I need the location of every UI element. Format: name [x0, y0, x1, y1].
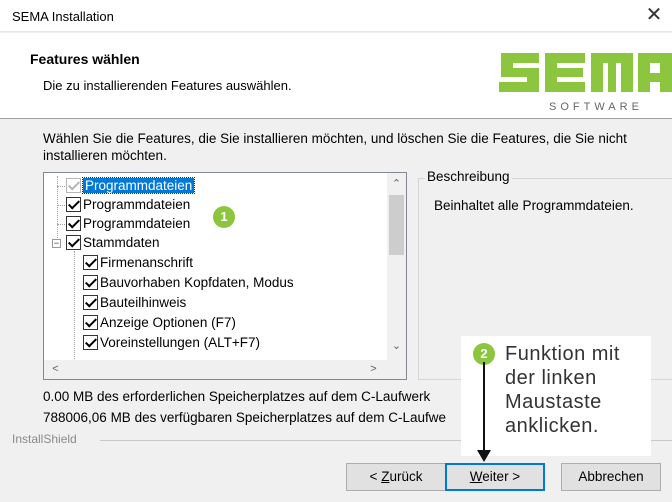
- callout-arrow: [483, 362, 485, 454]
- tree-connector: [57, 205, 65, 206]
- tree-item[interactable]: Stammdaten: [66, 233, 160, 252]
- next-button-label: eiter >: [482, 469, 521, 484]
- instructions-text: Wählen Sie die Features, die Sie install…: [43, 131, 627, 163]
- checkbox[interactable]: [83, 275, 98, 290]
- next-button[interactable]: Weiter >: [445, 463, 545, 491]
- scroll-left-icon[interactable]: <: [46, 360, 65, 379]
- scroll-up-icon[interactable]: ⌃: [387, 175, 406, 194]
- checkbox[interactable]: [83, 335, 98, 350]
- callout-line: Maustaste: [505, 391, 602, 413]
- tree-item[interactable]: Bauteilhinweis: [83, 293, 186, 312]
- tree-connector: [57, 224, 65, 225]
- back-button-prefix: <: [369, 469, 382, 484]
- arrow-down-icon: [477, 450, 491, 462]
- callout-line: Funktion mit: [505, 343, 620, 365]
- feature-tree[interactable]: Programmdateien Programmdateien Programm…: [43, 172, 407, 380]
- tree-item-label: Bauteilhinweis: [100, 295, 187, 310]
- page-subtitle: Die zu installierenden Features auswähle…: [43, 78, 292, 93]
- checkbox[interactable]: [83, 315, 98, 330]
- feature-tree-content: Programmdateien Programmdateien Programm…: [44, 173, 387, 360]
- required-space-text: 0.00 MB des erforderlichen Speicherplatz…: [43, 389, 431, 404]
- tree-item[interactable]: Programmdateien: [66, 195, 190, 214]
- logo-subtitle: SOFTWARE: [549, 101, 643, 113]
- checkbox[interactable]: [83, 255, 98, 270]
- window-title: SEMA Installation: [12, 9, 114, 24]
- checkbox[interactable]: [66, 235, 81, 250]
- tree-item-label: Programmdateien: [81, 177, 196, 194]
- sema-logo: SOFTWARE: [499, 53, 672, 113]
- page-title: Features wählen: [30, 51, 140, 67]
- tree-item-label: Voreinstellungen (ALT+F7): [100, 335, 260, 350]
- back-button-label: urück: [389, 469, 423, 484]
- tree-item-label: Firmenanschrift: [100, 255, 194, 270]
- callout-line: anklicken.: [505, 415, 599, 437]
- description-text: Beinhaltet alle Programmdateien.: [434, 198, 634, 213]
- tree-connector: [74, 251, 75, 360]
- installshield-label: InstallShield: [12, 432, 81, 446]
- cancel-button[interactable]: Abbrechen: [561, 463, 661, 491]
- tree-item[interactable]: Anzeige Optionen (F7): [83, 313, 236, 332]
- close-icon[interactable]: ✕: [642, 4, 666, 28]
- header-panel: Features wählen Die zu installierenden F…: [0, 33, 672, 119]
- checkbox[interactable]: [66, 178, 81, 193]
- tree-item[interactable]: Firmenanschrift: [83, 253, 193, 272]
- next-button-mnemonic: W: [469, 469, 483, 484]
- title-bar: SEMA Installation ✕: [0, 0, 672, 32]
- collapse-icon[interactable]: −: [52, 239, 61, 248]
- checkbox[interactable]: [66, 197, 81, 212]
- tree-item-label: Anzeige Optionen (F7): [100, 315, 236, 330]
- back-button[interactable]: < Zurück: [346, 463, 446, 491]
- vertical-scrollbar[interactable]: ⌃ ⌄: [387, 173, 406, 360]
- checkbox[interactable]: [83, 295, 98, 310]
- callout-text: Funktion mit der linken Maustaste anklic…: [505, 342, 620, 438]
- tree-item[interactable]: Programmdateien: [66, 176, 196, 195]
- tree-item-label: Bauvorhaben Kopfdaten, Modus: [100, 275, 294, 290]
- description-legend: Beschreibung: [425, 169, 512, 184]
- scroll-thumb[interactable]: [389, 195, 404, 255]
- tree-item[interactable]: Voreinstellungen (ALT+F7): [83, 333, 260, 352]
- tree-item[interactable]: Bauvorhaben Kopfdaten, Modus: [83, 273, 294, 292]
- available-space-text: 788006,06 MB des verfügbaren Speicherpla…: [43, 410, 446, 425]
- callout-line: der linken: [505, 367, 597, 389]
- checkbox[interactable]: [66, 216, 81, 231]
- tree-connector: [57, 186, 65, 187]
- tree-item-label: Programmdateien: [83, 216, 191, 231]
- instruction-callout: 2 Funktion mit der linken Maustaste ankl…: [461, 336, 651, 456]
- scroll-corner: [387, 360, 406, 379]
- scroll-down-icon[interactable]: ⌄: [387, 337, 406, 356]
- tree-item-label: Programmdateien: [83, 197, 191, 212]
- tree-item[interactable]: Programmdateien: [66, 214, 190, 233]
- tree-item-label: Stammdaten: [83, 235, 160, 250]
- horizontal-scrollbar[interactable]: < >: [44, 360, 387, 379]
- annotation-badge-1: 1: [213, 206, 235, 228]
- scroll-right-icon[interactable]: >: [364, 360, 383, 379]
